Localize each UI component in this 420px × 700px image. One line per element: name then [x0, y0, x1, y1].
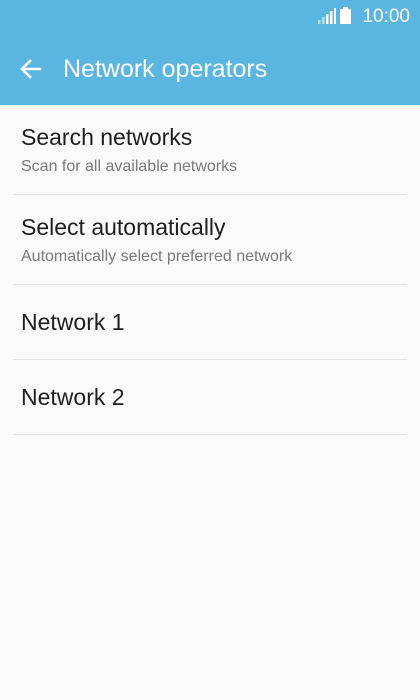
battery-icon	[340, 7, 351, 24]
list-item-title: Network 1	[21, 309, 125, 335]
network-1-item[interactable]: Network 1	[13, 285, 407, 360]
signal-icon	[318, 8, 336, 24]
list-item-subtitle: Automatically select preferred network	[21, 248, 293, 265]
app-bar: 10:00 Network operators	[0, 0, 420, 105]
settings-list: Search networks Scan for all available n…	[0, 105, 420, 435]
back-arrow-icon	[20, 59, 42, 79]
back-button[interactable]	[14, 52, 48, 86]
network-2-item[interactable]: Network 2	[13, 360, 407, 435]
status-time: 10:00	[362, 6, 410, 27]
network-operators-screen: 10:00 Network operators Search networks …	[0, 0, 420, 700]
page-title: Network operators	[63, 55, 268, 83]
list-item-title: Select automatically	[21, 214, 226, 240]
status-bar: 10:00	[0, 0, 420, 34]
toolbar: Network operators	[0, 34, 420, 105]
list-item-title: Network 2	[21, 384, 125, 410]
list-item-title: Search networks	[21, 124, 193, 150]
search-networks-item[interactable]: Search networks Scan for all available n…	[13, 105, 407, 195]
select-automatically-item[interactable]: Select automatically Automatically selec…	[13, 195, 407, 285]
list-item-subtitle: Scan for all available networks	[21, 158, 238, 175]
